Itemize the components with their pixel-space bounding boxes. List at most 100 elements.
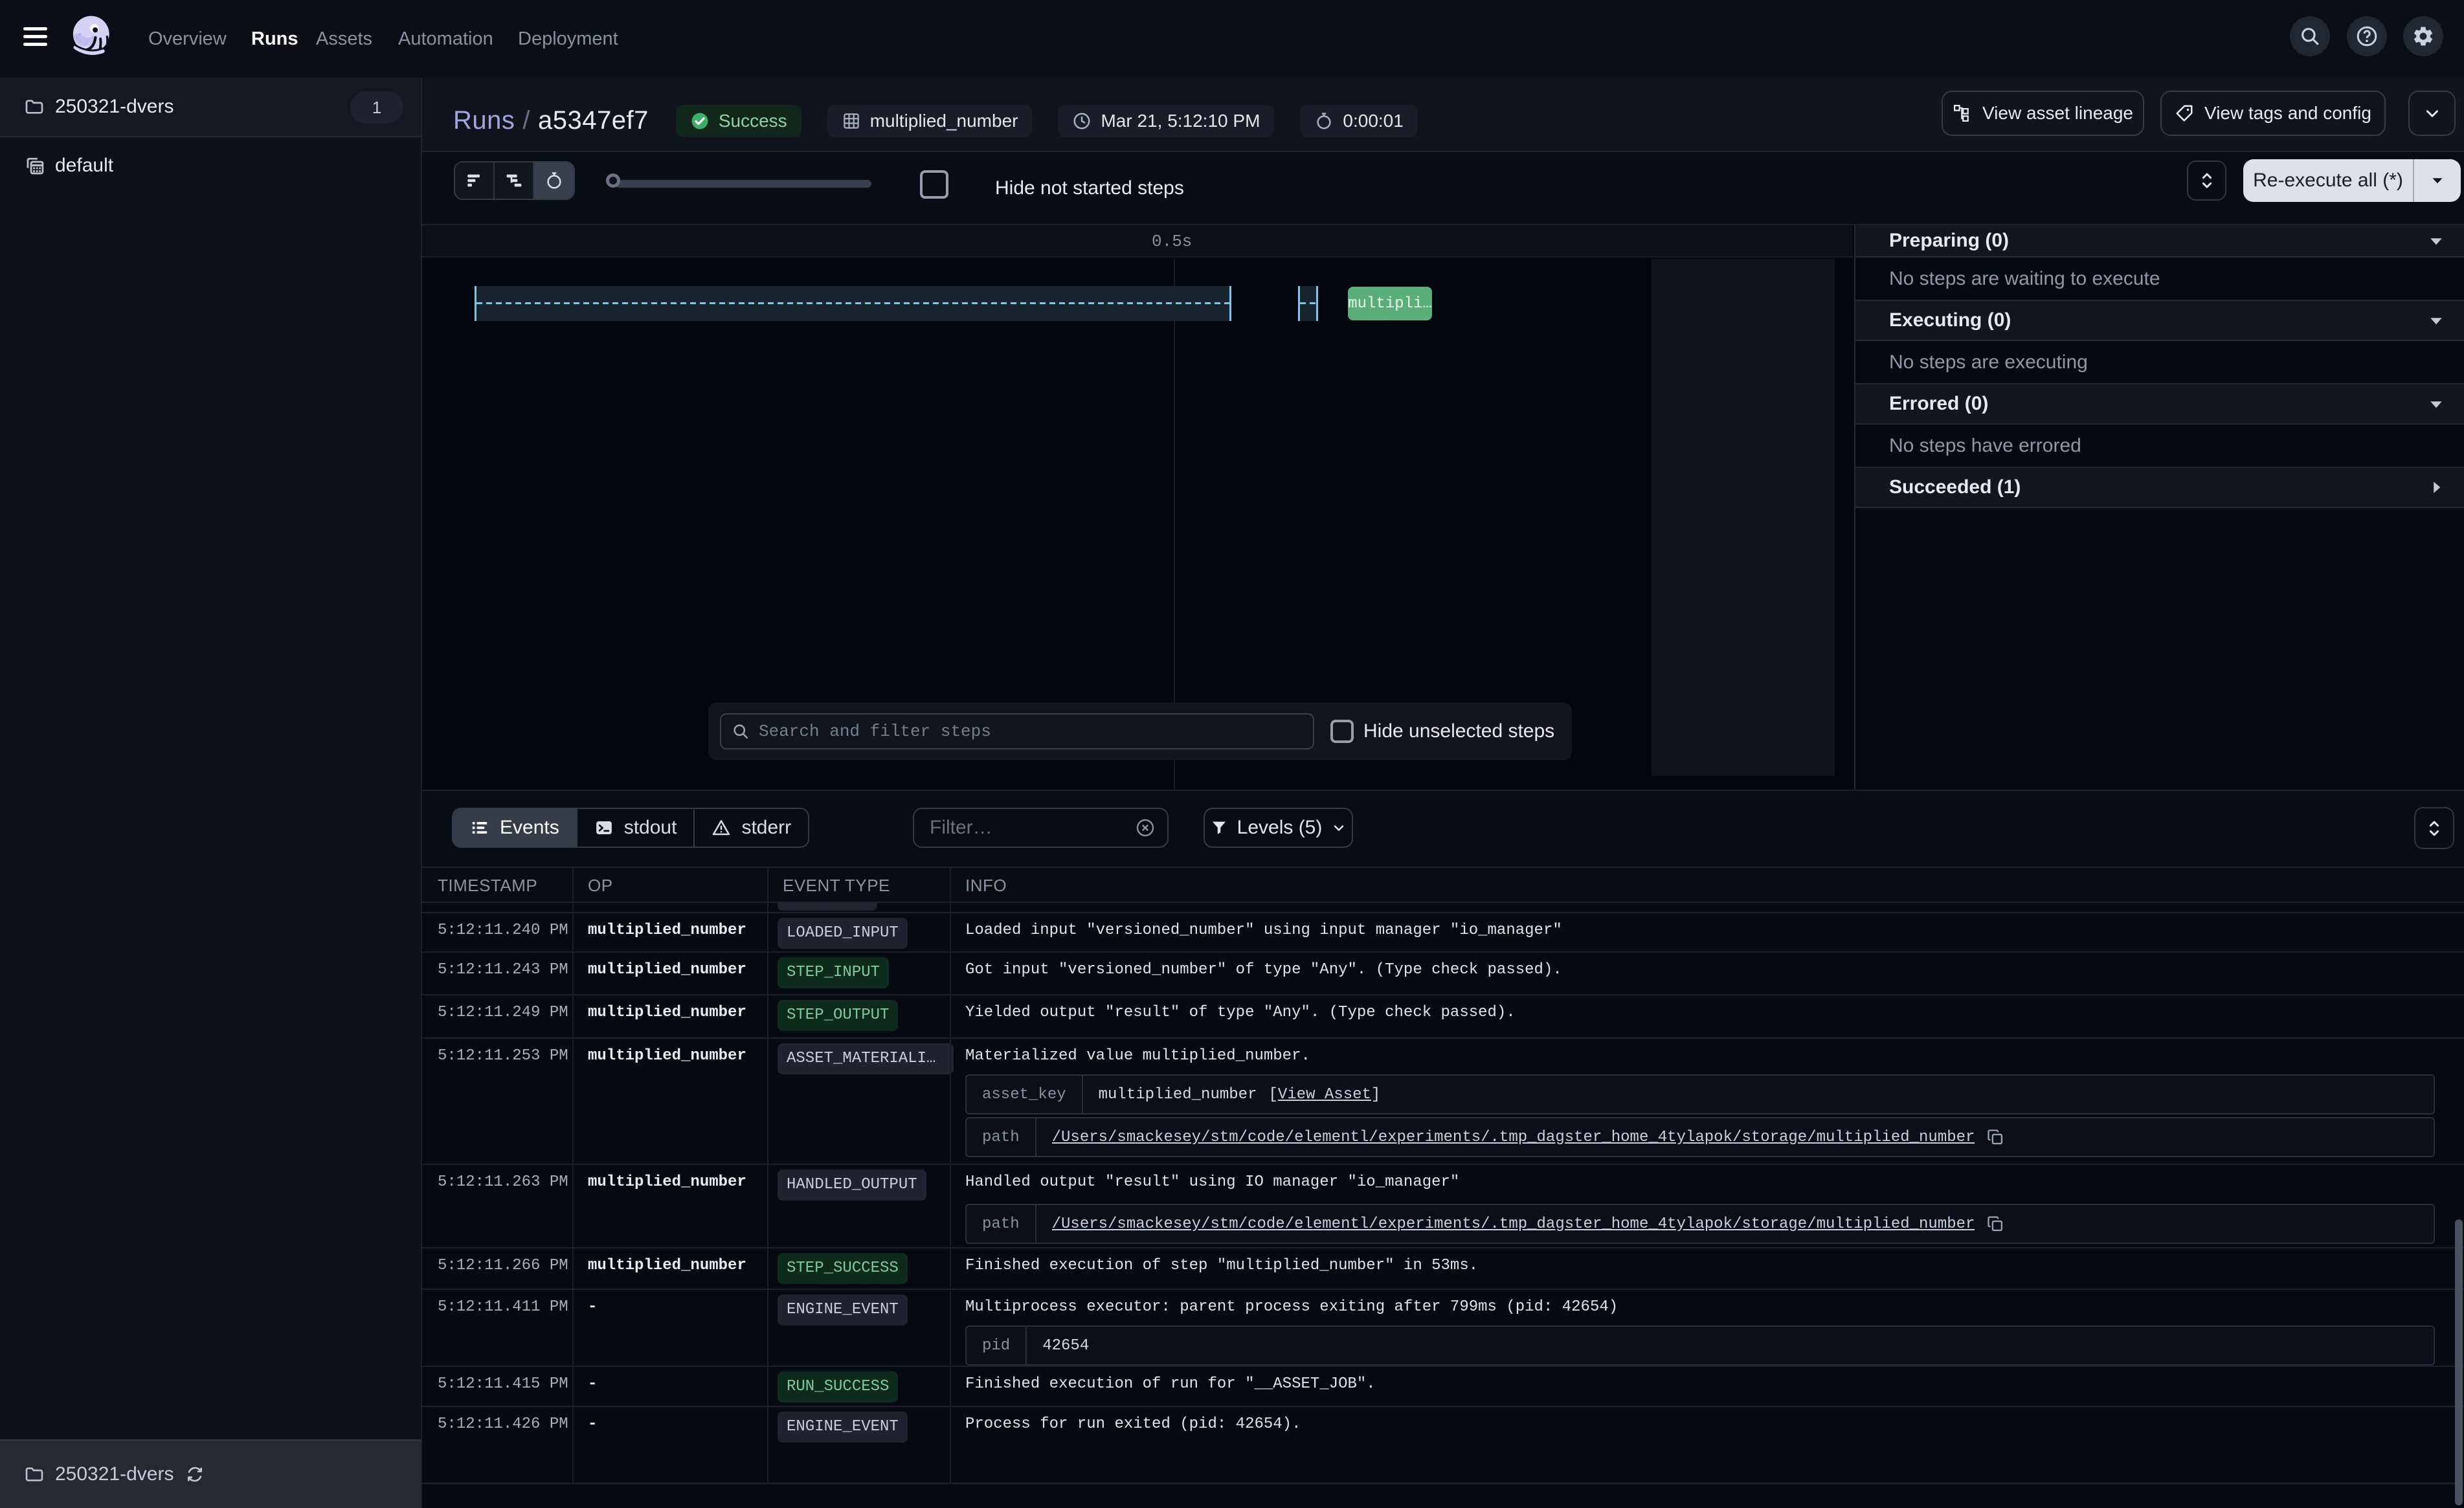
help-button[interactable] (2347, 16, 2387, 56)
gantt-mode-waterfall-button[interactable] (495, 162, 534, 199)
table-row[interactable]: 5:12:11.426 PM-ENGINE_EVENTProcess for r… (422, 1407, 2464, 1484)
zoom-slider-knob[interactable] (606, 173, 620, 188)
run-id: a5347ef7 (538, 106, 649, 135)
asset-tag[interactable]: multiplied_number (827, 105, 1033, 137)
table-row[interactable]: 5:12:11.411 PM-ENGINE_EVENTMultiprocess … (422, 1290, 2464, 1367)
folder-icon (24, 1464, 45, 1485)
flat-layout-icon (464, 170, 485, 191)
log-tab-group: Events stdout stderr (452, 808, 809, 848)
terminal-icon (594, 818, 614, 837)
hide-unselected-label[interactable]: Hide unselected steps (1363, 720, 1554, 742)
clock-icon (1072, 111, 1092, 131)
gantt-step-box[interactable]: multipli… (1348, 287, 1432, 320)
gantt-mode-flat-button[interactable] (455, 162, 495, 199)
help-icon (2355, 25, 2379, 48)
metadata-key: path (967, 1205, 1036, 1243)
table-row[interactable]: 5:12:11.243 PMmultiplied_numberSTEP_INPU… (422, 953, 2464, 995)
folder-icon (24, 96, 45, 117)
expand-logs-button[interactable] (2414, 807, 2454, 849)
log-filter-input[interactable]: Filter… (913, 808, 1169, 848)
panel-section-succeeded[interactable]: Succeeded (1) (1855, 468, 2464, 508)
sidebar-footer-label: 250321-dvers (55, 1463, 174, 1485)
hamburger-menu-icon[interactable] (23, 27, 47, 46)
success-check-icon (690, 111, 710, 131)
table-row[interactable]: 5:12:11.266 PMmultiplied_numberSTEP_SUCC… (422, 1248, 2464, 1290)
cell-info: Multiprocess executor: parent process ex… (965, 1298, 2438, 1316)
clear-filter-icon[interactable] (1135, 817, 1156, 838)
sidebar-footer[interactable]: 250321-dvers (0, 1439, 421, 1508)
nav-item-deployment[interactable]: Deployment (518, 0, 618, 78)
tab-stderr-label: stderr (741, 817, 791, 839)
hide-not-started-checkbox[interactable] (920, 170, 948, 199)
zoom-slider-track[interactable] (615, 180, 871, 188)
lineage-icon (1953, 104, 1972, 123)
tab-events[interactable]: Events (453, 809, 577, 847)
gantt-shaded-region (1652, 259, 1835, 776)
gantt-mode-timed-button[interactable] (534, 162, 574, 199)
panel-section-title: Errored (0) (1889, 393, 1988, 415)
column-divider (767, 868, 768, 1484)
gantt-zone: 0.5s multipli… Search and filter steps H… (422, 225, 2464, 791)
breadcrumb-runs[interactable]: Runs (453, 106, 515, 135)
view-tags-and-config-label: View tags and config (2204, 103, 2371, 124)
cell-op: multiplied_number (588, 1257, 746, 1274)
path-link[interactable]: /Users/smackesey/stm/code/elementl/exper… (1052, 1215, 1975, 1233)
asset-tag-label: multiplied_number (870, 111, 1018, 131)
more-actions-button[interactable] (2408, 91, 2456, 136)
gantt-axis-tick-label: 0.5s (1152, 232, 1192, 251)
nav-item-overview[interactable]: Overview (148, 0, 227, 78)
panel-section-errored[interactable]: Errored (0) (1855, 384, 2464, 425)
metadata-value: 42654 (1027, 1327, 1104, 1364)
view-tags-and-config-button[interactable]: View tags and config (2160, 91, 2386, 136)
expand-gantt-button[interactable] (2187, 161, 2226, 201)
event-type-tag: RUN_SUCCESS (778, 1371, 898, 1403)
panel-section-executing[interactable]: Executing (0) (1855, 301, 2464, 341)
levels-dropdown[interactable]: Levels (5) (1204, 808, 1353, 848)
cell-timestamp: 5:12:11.266 PM (438, 1257, 568, 1274)
tab-stderr[interactable]: stderr (695, 809, 808, 847)
step-search-input[interactable]: Search and filter steps (720, 713, 1314, 749)
view-asset-link[interactable]: View Asset (1278, 1086, 1371, 1103)
scrollbar-thumb[interactable] (2455, 1219, 2463, 1505)
metadata-value: /Users/smackesey/stm/code/elementl/exper… (1036, 1205, 2021, 1243)
sidebar-item-code-location[interactable]: 250321-dvers 1 (0, 78, 421, 137)
count-badge: 1 (350, 91, 403, 124)
cell-timestamp: 5:12:11.411 PM (438, 1298, 568, 1316)
hide-unselected-checkbox[interactable] (1330, 720, 1354, 743)
sidebar-item-label: default (55, 155, 113, 177)
table-row[interactable]: 5:12:11.415 PM-RUN_SUCCESSFinished execu… (422, 1367, 2464, 1407)
log-filter-placeholder: Filter… (930, 817, 1135, 839)
cell-op: multiplied_number (588, 961, 746, 979)
dagster-logo[interactable] (67, 9, 123, 69)
tab-stdout-label: stdout (624, 817, 677, 839)
view-asset-lineage-label: View asset lineage (1982, 103, 2133, 124)
column-header-info: INFO (965, 876, 1007, 896)
metadata-key: path (967, 1118, 1036, 1156)
table-row[interactable]: 5:12:11.240 PMmultiplied_numberLOADED_IN… (422, 913, 2464, 953)
cell-info: Loaded input "versioned_number" using in… (965, 922, 2438, 939)
reexecute-all-button[interactable]: Re-execute all (*) (2243, 159, 2461, 202)
table-row[interactable]: 5:12:11.249 PMmultiplied_numberSTEP_OUTP… (422, 995, 2464, 1039)
table-row[interactable]: 5:12:11.253 PMmultiplied_numberASSET_MAT… (422, 1039, 2464, 1165)
view-asset-lineage-button[interactable]: View asset lineage (1942, 91, 2144, 136)
panel-section-preparing[interactable]: Preparing (0) (1855, 225, 2464, 258)
gantt-time-axis: 0.5s (422, 225, 1853, 258)
reload-icon[interactable] (185, 1465, 205, 1484)
copy-icon[interactable] (1986, 1215, 2004, 1233)
nav-item-assets[interactable]: Assets (316, 0, 372, 78)
hide-not-started-label[interactable]: Hide not started steps (995, 177, 1184, 199)
search-icon (732, 722, 750, 740)
tab-stdout[interactable]: stdout (577, 809, 695, 847)
job-icon (24, 155, 46, 177)
settings-button[interactable] (2403, 16, 2443, 56)
search-button[interactable] (2290, 16, 2330, 56)
tab-events-label: Events (500, 817, 559, 839)
path-link[interactable]: /Users/smackesey/stm/code/elementl/exper… (1052, 1129, 1975, 1146)
sidebar-item-job-default[interactable]: default (0, 137, 421, 194)
table-row[interactable]: 5:12:11.263 PMmultiplied_numberHANDLED_O… (422, 1165, 2464, 1248)
cell-timestamp: 5:12:11.426 PM (438, 1415, 568, 1433)
copy-icon[interactable] (1986, 1128, 2004, 1146)
nav-item-runs[interactable]: Runs (251, 0, 298, 78)
reexecute-dropdown-button[interactable] (2413, 159, 2461, 202)
nav-item-automation[interactable]: Automation (398, 0, 493, 78)
